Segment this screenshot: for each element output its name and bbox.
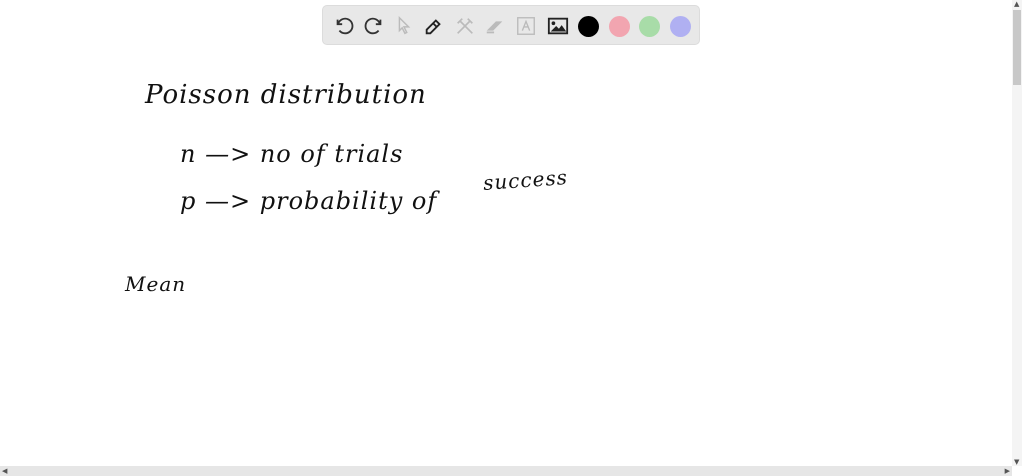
pen-button[interactable] [421,13,447,39]
handwritten-mean: Mean [125,272,187,296]
tools-icon [457,18,473,34]
handwritten-line-p: p —> probability of [180,187,438,215]
select-button[interactable] [391,13,417,39]
vertical-scrollbar[interactable]: ▲ ▼ [1012,0,1022,466]
horizontal-scrollbar[interactable]: ◀ ▶ [0,466,1012,476]
image-icon [547,17,569,35]
color-green[interactable] [639,16,660,37]
image-button[interactable] [545,13,571,39]
scroll-down-icon[interactable]: ▼ [1014,458,1019,466]
text-icon [517,17,535,35]
select-icon [398,15,411,35]
color-pink[interactable] [609,16,630,37]
tools-button[interactable] [452,13,478,39]
drawing-toolbar [322,5,700,45]
vertical-scroll-thumb[interactable] [1013,10,1021,85]
scroll-left-icon[interactable]: ◀ [2,467,7,475]
redo-button[interactable] [361,13,387,39]
scroll-up-icon[interactable]: ▲ [1014,0,1019,8]
eraser-button[interactable] [482,13,508,39]
undo-icon [336,17,354,35]
undo-button[interactable] [331,13,357,39]
pen-icon [425,19,441,35]
handwritten-success: success [482,165,569,195]
handwritten-title: Poisson distribution [145,80,427,110]
color-purple[interactable] [670,16,691,37]
scroll-right-icon[interactable]: ▶ [1005,467,1010,475]
handwritten-line-n: n —> no of trials [180,140,404,168]
redo-icon [364,17,382,35]
eraser-icon [486,21,503,34]
color-black[interactable] [578,16,599,37]
text-button[interactable] [513,13,539,39]
